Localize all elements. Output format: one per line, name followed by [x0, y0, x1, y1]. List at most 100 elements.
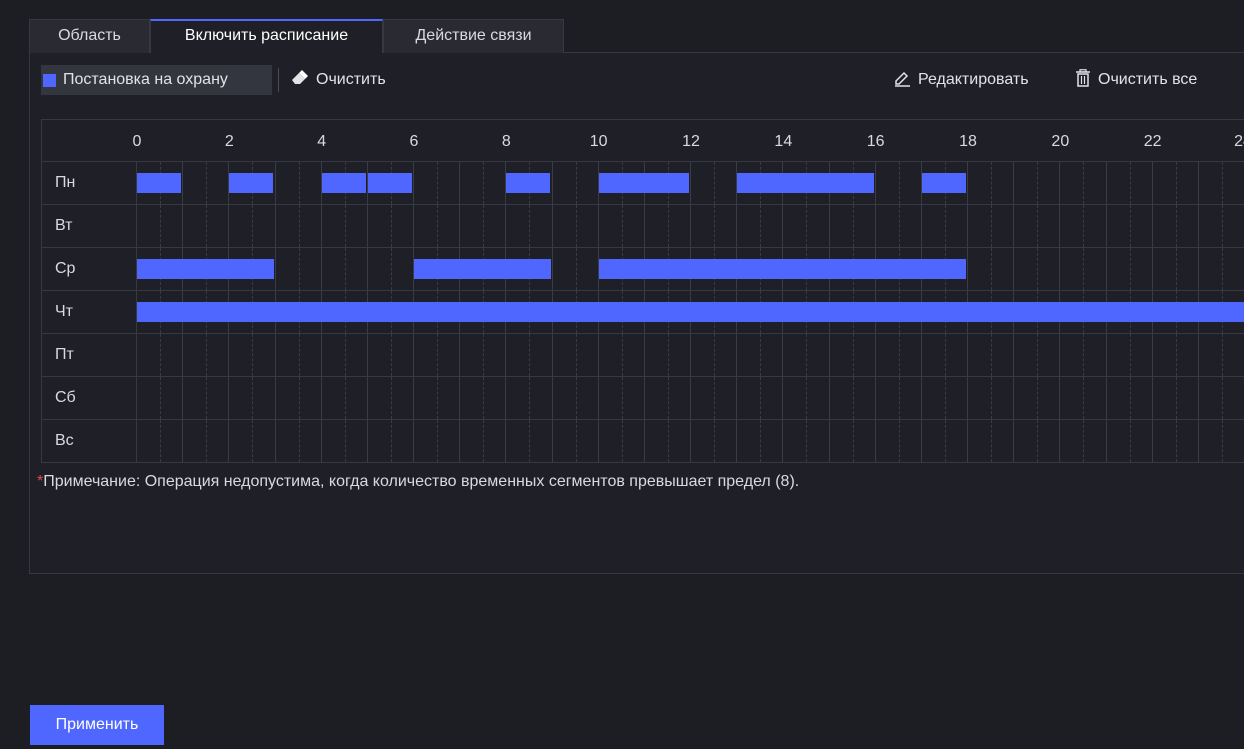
tab-area[interactable]: Область [29, 19, 150, 53]
half-hour-gridline [1175, 205, 1177, 247]
schedule-cells[interactable] [137, 205, 1244, 247]
schedule-cells[interactable] [137, 377, 1244, 419]
hour-gridline [643, 420, 645, 462]
apply-button[interactable]: Применить [30, 705, 164, 745]
schedule-segment[interactable] [137, 173, 182, 193]
half-hour-gridline [621, 420, 623, 462]
half-hour-gridline [667, 377, 669, 419]
hour-gridline [274, 248, 276, 290]
hour-gridline [505, 205, 507, 247]
half-hour-gridline [944, 420, 946, 462]
hour-gridline [736, 377, 738, 419]
half-hour-gridline [1083, 377, 1085, 419]
hour-gridline [1013, 248, 1015, 290]
schedule-segment[interactable] [506, 173, 551, 193]
hour-gridline [1197, 248, 1199, 290]
hour-gridline [690, 205, 691, 247]
hour-gridline [782, 420, 784, 462]
half-hour-gridline [529, 420, 531, 462]
arming-type-button[interactable]: Постановка на охрану [41, 65, 272, 95]
hour-gridline [1151, 205, 1153, 247]
hour-gridline [366, 248, 368, 290]
clear-all-button[interactable]: Очистить все [1075, 65, 1197, 95]
hour-label: 20 [1051, 133, 1070, 150]
day-label: Чт [42, 291, 137, 333]
schedule-segment[interactable] [737, 173, 874, 193]
schedule-segment[interactable] [921, 173, 966, 193]
hour-gridline [1151, 248, 1153, 290]
arming-color-swatch [43, 73, 56, 87]
half-hour-gridline [852, 377, 854, 419]
half-hour-gridline [437, 162, 439, 204]
half-hour-gridline [298, 248, 300, 290]
half-hour-gridline [344, 334, 346, 376]
hour-gridline [1197, 377, 1199, 419]
schedule-segment[interactable] [367, 173, 412, 193]
hour-gridline [413, 334, 414, 376]
schedule-segment[interactable] [229, 173, 274, 193]
schedule-cells[interactable] [137, 334, 1244, 376]
schedule-segment[interactable] [598, 173, 689, 193]
schedule-segment[interactable] [137, 259, 274, 279]
hour-gridline [874, 334, 876, 376]
hour-label: 18 [959, 133, 977, 150]
half-hour-gridline [714, 334, 716, 376]
hour-gridline [413, 377, 414, 419]
half-hour-gridline [1221, 248, 1223, 290]
half-hour-gridline [575, 248, 577, 290]
hour-gridline [967, 162, 968, 204]
half-hour-gridline [1129, 162, 1131, 204]
hour-gridline [182, 420, 184, 462]
schedule-note: *Примечание: Операция недопустима, когда… [37, 473, 799, 491]
eraser-button[interactable]: Очистить [290, 65, 386, 95]
half-hour-gridline [714, 377, 716, 419]
schedule-segment[interactable] [321, 173, 366, 193]
half-hour-gridline [529, 377, 531, 419]
half-hour-gridline [760, 334, 762, 376]
hour-gridline [643, 334, 645, 376]
half-hour-gridline [298, 420, 300, 462]
hour-gridline [690, 162, 691, 204]
eraser-label: Очистить [316, 71, 386, 88]
hour-gridline [274, 377, 276, 419]
weekly-schedule-grid: 024681012141618202224 ПнВтСрЧтПтСбВс [41, 119, 1244, 464]
hour-label: 10 [589, 133, 608, 150]
hour-gridline [228, 420, 230, 462]
hour-gridline [874, 205, 876, 247]
half-hour-gridline [1129, 377, 1131, 419]
half-hour-gridline [1221, 420, 1223, 462]
half-hour-gridline [1037, 205, 1039, 247]
schedule-segment[interactable] [598, 259, 966, 279]
half-hour-gridline [252, 334, 254, 376]
schedule-row: Сб [41, 377, 1244, 420]
schedule-row: Вт [41, 205, 1244, 248]
schedule-segment[interactable] [137, 302, 1244, 322]
half-hour-gridline [714, 162, 716, 204]
schedule-segment[interactable] [414, 259, 551, 279]
hour-gridline [182, 205, 184, 247]
hour-gridline [459, 420, 461, 462]
half-hour-gridline [483, 205, 485, 247]
half-hour-gridline [483, 377, 485, 419]
schedule-cells[interactable] [137, 291, 1244, 333]
half-hour-gridline [252, 420, 254, 462]
half-hour-gridline [1037, 248, 1039, 290]
schedule-cells[interactable] [137, 162, 1244, 204]
half-hour-gridline [483, 420, 485, 462]
hour-gridline [643, 205, 645, 247]
half-hour-gridline [760, 420, 762, 462]
tab-linkage-action[interactable]: Действие связи [383, 19, 564, 53]
tab-enable-schedule[interactable]: Включить расписание [150, 19, 383, 53]
schedule-row: Пт [41, 334, 1244, 377]
hour-label: 0 [132, 133, 142, 150]
hour-gridline [1105, 248, 1107, 290]
hour-gridline [413, 205, 414, 247]
schedule-cells[interactable] [137, 248, 1244, 290]
edit-button[interactable]: Редактировать [893, 65, 1029, 95]
hour-gridline [782, 377, 784, 419]
half-hour-gridline [1175, 162, 1177, 204]
schedule-cells[interactable] [137, 420, 1244, 462]
schedule-row: Чт [41, 291, 1244, 334]
hour-label: 16 [866, 133, 885, 150]
half-hour-gridline [483, 334, 485, 376]
